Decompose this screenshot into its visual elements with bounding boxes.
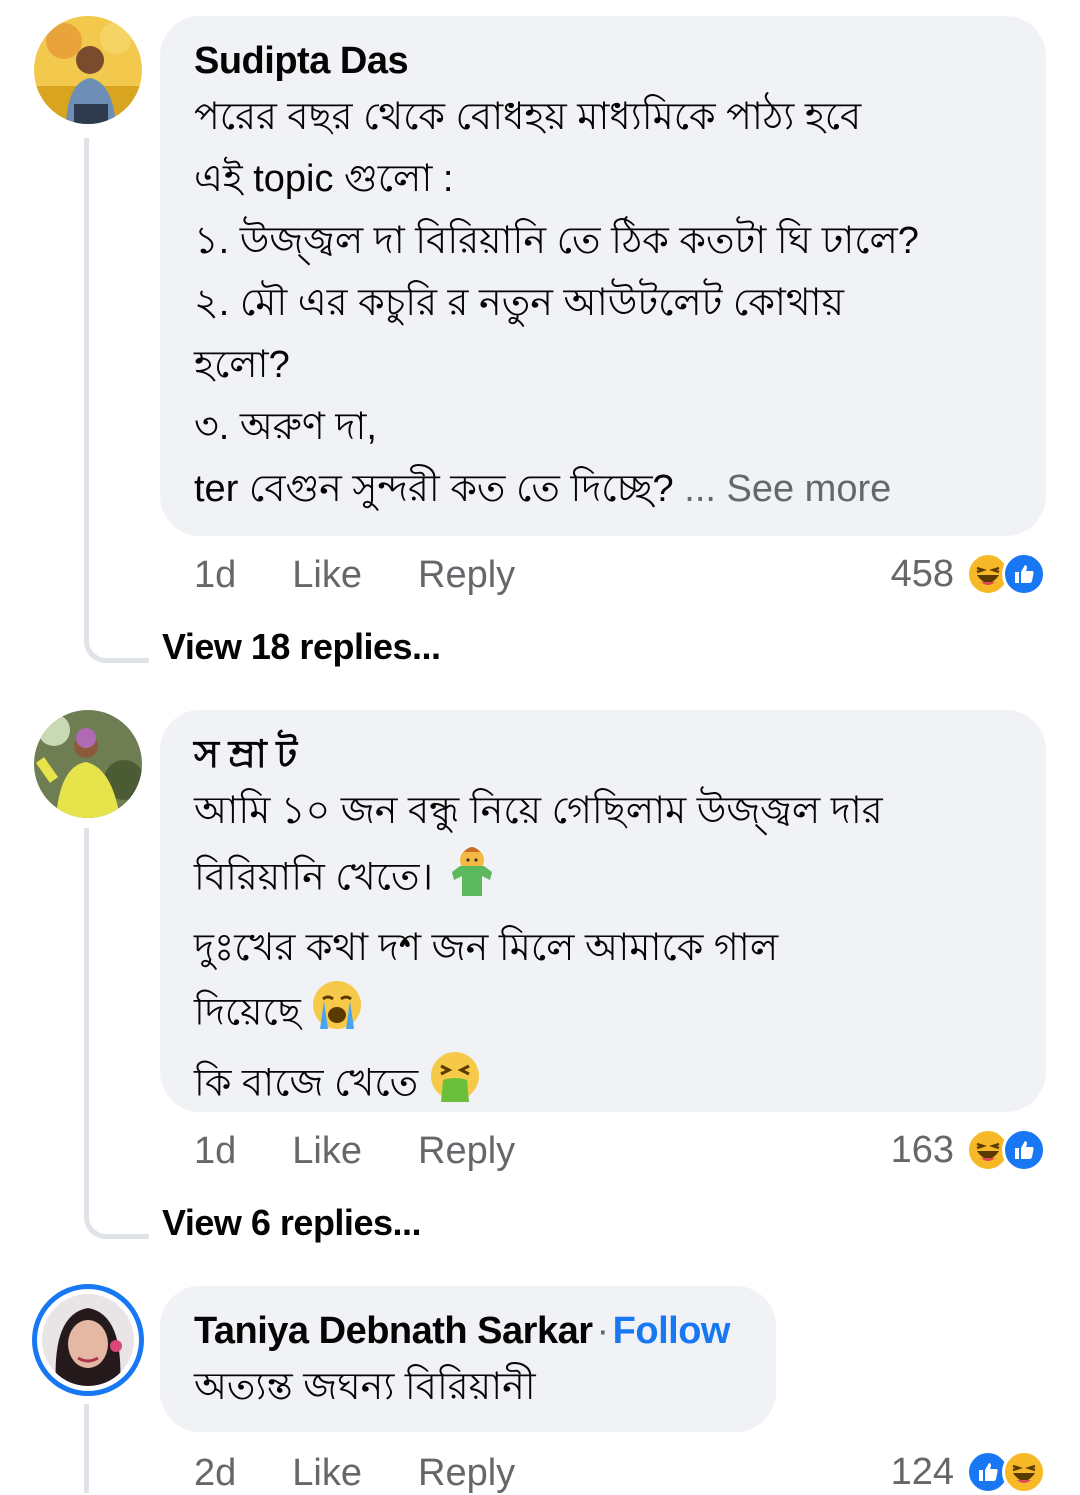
comment-line: পরের বছর থেকে বোধহয় মাধ্যমিকে পাঠ্য হবে [194,96,862,138]
like-button[interactable]: Like [292,554,362,597]
view-replies-link[interactable]: View 6 replies... [162,1202,422,1244]
comment-text: পরের বছর থেকে বোধহয় মাধ্যমিকে পাঠ্য হবে… [194,86,1012,520]
shrug-emoji [444,842,500,917]
follow-button[interactable]: Follow [613,1310,731,1352]
reaction-count: 163 [890,1128,954,1171]
comment-line: ১. উজ্জ্বল দা বিরিয়ানি তে ঠিক কতটা ঘি ঢ… [194,220,919,262]
comment-text: অত্যন্ত জঘন্য বিরিয়ানী [194,1356,742,1418]
vomit-emoji [429,1050,481,1121]
thread-line [84,1404,149,1493]
haha-icon [1002,1450,1046,1494]
see-more-link[interactable]: ... See more [684,468,891,510]
comment-line: কি বাজে খেতে [194,1062,419,1105]
comment-author[interactable]: Sudipta Das [194,36,1012,86]
reply-button[interactable]: Reply [418,1452,515,1495]
avatar-photo-icon [42,1294,134,1386]
comment-line: বিরিয়ানি খেতে। [194,856,434,899]
comment-line: আমি ১০ জন বন্ধু নিয়ে গেছিলাম উজ্জ্বল দা… [194,790,883,832]
comment-actions: 2d Like Reply [194,1452,571,1495]
comment-line: দিয়েছে [194,991,301,1034]
reply-button[interactable]: Reply [418,1130,515,1173]
reaction-count: 458 [890,552,954,595]
comment-bubble: Sudipta Das পরের বছর থেকে বোধহয় মাধ্যমি… [160,16,1046,536]
like-button[interactable]: Like [292,1452,362,1495]
like-button[interactable]: Like [292,1130,362,1173]
avatar[interactable] [34,710,142,818]
thread-line [84,828,149,1239]
comment-bubble: Taniya Debnath Sarkar · Follow অত্যন্ত জঘন… [160,1286,776,1432]
avatar-photo-icon [34,710,142,818]
comment-line: হলো? [194,344,290,386]
reaction-summary[interactable]: 124 [891,1450,1046,1494]
like-icon [1002,552,1046,596]
comment-time[interactable]: 1d [194,1130,236,1173]
thread-line [84,138,149,663]
comment-bubble: স ম্রা ট আমি ১০ জন বন্ধু নিয়ে গেছিলাম উ… [160,710,1046,1112]
reply-button[interactable]: Reply [418,554,515,597]
comment-text: আমি ১০ জন বন্ধু নিয়ে গেছিলাম উজ্জ্বল দা… [194,780,1012,1121]
like-icon [1002,1128,1046,1172]
reaction-summary[interactable]: 163 [891,1128,1046,1172]
comment-actions: 1d Like Reply [194,1130,571,1173]
comment-time[interactable]: 1d [194,554,236,597]
comment-line: ২. মৌ এর কচুরি র নতুন আউটলেট কোথায় [194,282,844,324]
avatar[interactable] [32,1284,144,1396]
avatar[interactable] [34,16,142,124]
reaction-summary[interactable]: 458 [891,552,1046,596]
comment-line: এই topic গুলো : [194,158,454,200]
comment-time[interactable]: 2d [194,1452,236,1495]
comment-author[interactable]: Taniya Debnath Sarkar [194,1310,593,1352]
comment-line: ৩. অরুণ দা, [194,406,377,448]
crying-emoji [311,979,363,1050]
avatar-photo-icon [34,16,142,124]
view-replies-link[interactable]: View 18 replies... [162,626,441,668]
comment-header: Taniya Debnath Sarkar · Follow [194,1306,742,1356]
comment-line: অত্যন্ত জঘন্য বিরিয়ানী [194,1366,536,1408]
comment-actions: 1d Like Reply [194,554,571,597]
comment-line: দুঃখের কথা দশ জন মিলে আমাকে গাল [194,927,779,969]
separator-dot: · [596,1310,610,1352]
comment-author[interactable]: স ম্রা ট [194,730,1012,780]
reaction-count: 124 [890,1450,954,1493]
comment-line: ter বেগুন সুন্দরী কত তে দিচ্ছে? [194,468,674,510]
